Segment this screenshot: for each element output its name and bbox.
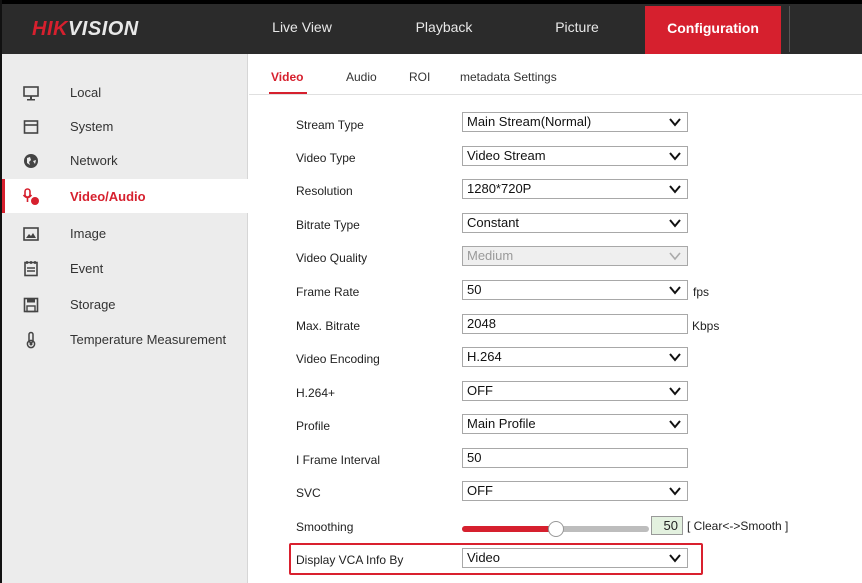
bitrate-type-select[interactable]: Constant	[462, 213, 688, 233]
event-icon	[24, 261, 38, 277]
video-type-label: Video Type	[296, 151, 356, 165]
config-main-panel: Video Audio ROI metadata Settings Stream…	[249, 54, 862, 583]
video-type-select[interactable]: Video Stream	[462, 146, 688, 166]
h264-plus-label: H.264+	[296, 386, 336, 400]
video-type-value: Video Stream	[467, 148, 546, 163]
profile-label: Profile	[296, 419, 331, 433]
video-audio-icon	[22, 188, 39, 205]
chevron-down-icon	[669, 420, 681, 429]
sidebar-item-label: Video/Audio	[70, 189, 146, 204]
config-sidebar: Local System Network Video/Audio Image E…	[2, 54, 248, 583]
max-bitrate-unit: Kbps	[692, 319, 720, 333]
nav-picture[interactable]: Picture	[532, 4, 622, 54]
temperature-icon	[26, 331, 36, 349]
max-bitrate-value: 2048	[467, 316, 496, 331]
bitrate-type-value: Constant	[467, 215, 520, 230]
chevron-down-icon	[669, 487, 681, 496]
tab-audio[interactable]: Audio	[346, 70, 377, 84]
smoothing-value-input[interactable]: 50	[651, 516, 683, 535]
header-divider	[789, 6, 790, 52]
display-vca-value: Video	[467, 550, 501, 565]
chevron-down-icon	[669, 252, 681, 261]
sub-tabs: Video Audio ROI metadata Settings	[249, 54, 862, 95]
svc-label: SVC	[296, 486, 321, 500]
chevron-down-icon	[669, 152, 681, 161]
sidebar-item-label: Event	[70, 261, 104, 276]
sidebar-item-video-audio[interactable]: Video/Audio	[2, 179, 248, 213]
video-encoding-value: H.264	[467, 349, 502, 364]
sidebar-item-label: Storage	[70, 297, 116, 312]
smoothing-slider-fill	[462, 526, 556, 532]
i-frame-interval-value: 50	[467, 450, 482, 465]
chevron-down-icon	[669, 118, 681, 127]
h264-plus-value: OFF	[467, 383, 493, 398]
sidebar-item-label: Image	[70, 226, 107, 241]
smoothing-slider-thumb[interactable]	[548, 521, 564, 537]
chevron-down-icon	[669, 353, 681, 362]
stream-type-select[interactable]: Main Stream(Normal)	[462, 112, 688, 132]
nav-playback[interactable]: Playback	[399, 4, 489, 54]
nav-configuration[interactable]: Configuration	[645, 6, 781, 54]
sidebar-item-event[interactable]: Event	[2, 251, 248, 285]
video-encoding-label: Video Encoding	[296, 352, 380, 366]
smoothing-slider[interactable]	[462, 521, 649, 537]
frame-rate-value: 50	[467, 282, 482, 297]
top-header: HIKVISION Live View Playback Picture Con…	[2, 4, 862, 54]
monitor-icon	[23, 86, 39, 101]
frame-rate-unit: fps	[693, 285, 710, 299]
tab-metadata-settings[interactable]: metadata Settings	[460, 70, 557, 84]
sidebar-item-system[interactable]: System	[2, 109, 248, 143]
sidebar-item-label: Local	[70, 85, 102, 100]
resolution-value: 1280*720P	[467, 181, 532, 196]
video-quality-value: Medium	[467, 248, 514, 263]
chevron-down-icon	[669, 185, 681, 194]
chevron-down-icon	[669, 286, 681, 295]
sidebar-item-label: Temperature Measurement	[70, 332, 227, 347]
svc-value: OFF	[467, 483, 493, 498]
video-encoding-select[interactable]: H.264	[462, 347, 688, 367]
storage-icon	[23, 297, 39, 313]
tab-roi[interactable]: ROI	[409, 70, 430, 84]
video-quality-select: Medium	[462, 246, 688, 266]
max-bitrate-input[interactable]: 2048	[462, 314, 688, 334]
sidebar-item-label: Network	[70, 153, 118, 168]
sidebar-item-label: System	[70, 119, 114, 134]
chevron-down-icon	[669, 387, 681, 396]
system-icon	[23, 120, 39, 134]
bitrate-type-label: Bitrate Type	[296, 218, 360, 232]
chevron-down-icon	[669, 219, 681, 228]
chevron-down-icon	[669, 554, 681, 563]
display-vca-label: Display VCA Info By	[296, 553, 404, 567]
frame-rate-select[interactable]: 50	[462, 280, 688, 300]
logo-red-text: HIK	[32, 18, 68, 40]
i-frame-interval-label: I Frame Interval	[296, 453, 381, 467]
hikvision-logo: HIKVISION	[32, 18, 139, 41]
smoothing-label: Smoothing	[296, 520, 354, 534]
h264-plus-select[interactable]: OFF	[462, 381, 688, 401]
svc-select[interactable]: OFF	[462, 481, 688, 501]
profile-value: Main Profile	[467, 416, 536, 431]
i-frame-interval-input[interactable]: 50	[462, 448, 688, 468]
image-icon	[23, 227, 39, 241]
resolution-select[interactable]: 1280*720P	[462, 179, 688, 199]
logo-white-text: VISION	[67, 18, 139, 40]
sidebar-item-image[interactable]: Image	[2, 216, 248, 250]
tab-video[interactable]: Video	[271, 70, 303, 84]
resolution-label: Resolution	[296, 184, 353, 198]
stream-type-label: Stream Type	[296, 118, 364, 132]
stream-type-value: Main Stream(Normal)	[467, 114, 592, 129]
nav-live-view[interactable]: Live View	[257, 4, 347, 54]
max-bitrate-label: Max. Bitrate	[296, 319, 361, 333]
sidebar-item-temperature-measurement[interactable]: Temperature Measurement	[2, 322, 248, 356]
sidebar-item-network[interactable]: Network	[2, 143, 248, 177]
frame-rate-label: Frame Rate	[296, 285, 360, 299]
display-vca-select[interactable]: Video	[462, 548, 688, 568]
sidebar-item-storage[interactable]: Storage	[2, 287, 248, 321]
video-quality-label: Video Quality	[296, 251, 368, 265]
profile-select[interactable]: Main Profile	[462, 414, 688, 434]
smoothing-hint: [ Clear<->Smooth ]	[687, 519, 789, 533]
tabs-divider	[249, 94, 862, 95]
sidebar-item-local[interactable]: Local	[2, 75, 248, 109]
globe-icon	[24, 154, 38, 168]
